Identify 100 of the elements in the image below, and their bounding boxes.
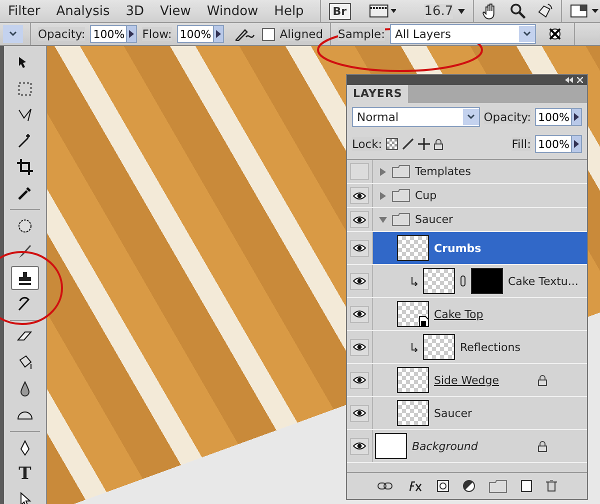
link-icon[interactable] [377,482,393,490]
adjustment-icon[interactable] [463,480,475,492]
layer-name: Saucer [415,213,454,226]
fill-label: Fill: [512,137,531,151]
collapsed-arrow-icon[interactable] [379,168,387,176]
film-icon[interactable] [368,4,396,18]
sample-dropdown[interactable]: All Layers [390,24,536,44]
layer-name: Templates [415,165,471,178]
menu-item[interactable]: Analysis [48,4,118,18]
layer-row[interactable]: Side Wedge [373,364,587,396]
zoom-level[interactable]: 16.7 [424,4,454,18]
layer-row[interactable]: Background [373,430,587,462]
preset-dropdown[interactable] [3,25,23,43]
eye-icon[interactable] [350,372,369,388]
caret-icon [9,31,17,37]
layer-row[interactable]: Crumbs [373,232,587,264]
eye-icon[interactable] [350,404,369,422]
collapsed-arrow-icon[interactable] [379,192,387,200]
fill-field[interactable]: 100% [535,135,571,153]
layer-name: Side Wedge [434,374,500,386]
mask-thumbnail [471,268,503,294]
eye-icon[interactable] [350,240,369,256]
close-icon[interactable] [577,77,583,83]
layers-tab[interactable]: LAYERS [347,85,408,103]
layer-row[interactable]: Saucer [373,397,587,429]
slider-button[interactable] [571,108,582,126]
arrow-right-icon [216,30,221,38]
slider-button[interactable] [126,25,138,43]
opacity-label: Opacity: [38,27,86,41]
bridge-button[interactable]: Br [328,2,351,20]
layer-name: Reflections [460,340,520,354]
eye-icon[interactable] [350,306,369,322]
ignore-adjustment-icon[interactable] [549,28,562,40]
expanded-arrow-icon[interactable] [379,216,387,224]
menu-item[interactable]: Window [198,4,266,18]
caret-icon [466,114,475,120]
type-tool[interactable]: T [11,462,39,486]
flow-label: Flow: [142,27,172,41]
opacity-field[interactable]: 100% [535,108,571,126]
slider-button[interactable] [571,135,582,153]
layer-name: Cake Textu... [508,274,578,288]
blend-mode-dropdown[interactable]: Normal [352,107,480,127]
layer-thumbnail [423,268,455,294]
eye-icon[interactable] [350,272,369,290]
layer-thumbnail [397,367,429,393]
collapse-icon[interactable] [565,77,573,83]
visibility-toggle[interactable] [350,163,369,180]
layer-name: Background [412,440,478,452]
lock-transparency-icon[interactable] [386,138,398,150]
lock-icon [538,440,547,452]
slider-button[interactable] [212,25,224,43]
eye-icon[interactable] [350,211,369,228]
folder-icon [392,189,410,202]
airbrush-icon[interactable] [234,27,257,41]
opacity-label: Opacity: [484,110,531,124]
new-layer-icon[interactable] [521,480,532,492]
layer-name: Cup [415,189,437,202]
fx-icon[interactable] [407,480,423,492]
layer-name: Cake Top [434,308,484,320]
lock-label: Lock: [352,137,382,151]
layer-row[interactable]: Saucer [373,208,587,231]
aligned-checkbox[interactable] [262,28,275,40]
layer-name: Saucer [434,406,472,420]
folder-icon [392,165,410,178]
arrow-right-icon [129,30,134,38]
layer-name: Crumbs [434,242,482,254]
layer-row[interactable]: Cup [373,184,587,207]
opacity-field[interactable]: 100% [90,25,126,43]
layer-thumbnail [423,334,455,360]
lock-icon [434,138,444,150]
search-icon[interactable] [510,3,526,19]
eye-icon[interactable] [350,187,369,204]
eye-icon[interactable] [350,338,369,356]
arrow-right-icon [574,140,579,148]
move-icon[interactable] [418,138,430,150]
layer-row[interactable]: Cake Textu... [373,265,587,297]
smart-object-icon [419,316,429,327]
stamp-tool-icon[interactable] [11,266,39,290]
menu-item[interactable]: Help [266,4,312,18]
aligned-label: Aligned [280,27,324,41]
eye-icon[interactable] [350,438,369,454]
layer-thumbnail [397,235,429,261]
trash-icon[interactable] [546,480,557,492]
menu-item[interactable]: 3D [118,4,152,18]
caret-icon [523,31,532,37]
layout-icon[interactable] [570,4,600,18]
layer-thumbnail [397,400,429,426]
layer-row[interactable]: Templates [373,160,587,183]
sample-label: Sample: [338,27,386,41]
arrow-right-icon [574,113,579,121]
layer-row[interactable]: Cake Top [373,298,587,330]
caret-icon[interactable] [458,8,466,14]
menu-item[interactable]: View [152,4,199,18]
menu-item[interactable]: Filter [0,4,48,18]
layer-row[interactable]: Reflections [373,331,587,363]
layer-thumbnail [375,433,407,459]
flow-field[interactable]: 100% [176,25,213,43]
lock-icon [538,374,547,386]
mask-icon[interactable] [437,480,449,492]
brush-icon[interactable] [402,138,414,150]
